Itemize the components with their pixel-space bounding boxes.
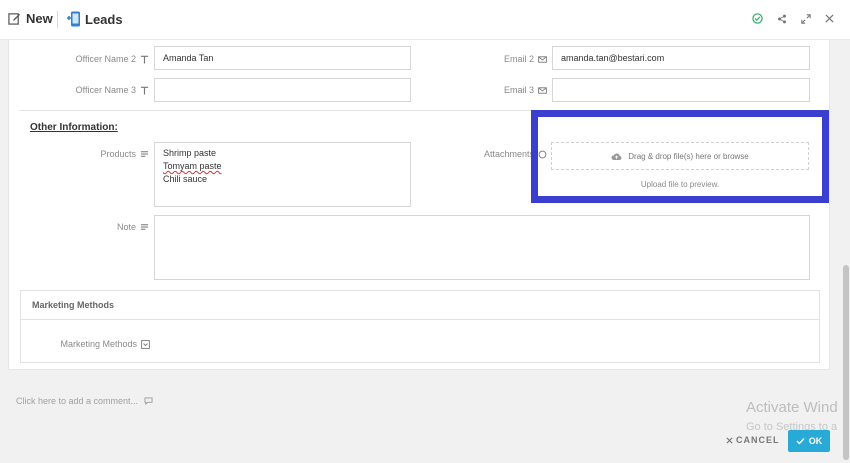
activate-windows-watermark: Activate Wind [746, 399, 838, 416]
multiline-text-icon [140, 223, 149, 230]
products-label: Products [49, 147, 149, 161]
share-icon[interactable] [776, 13, 787, 24]
text-type-icon [140, 86, 149, 95]
marketing-methods-section: Marketing Methods Marketing Methods [20, 290, 820, 363]
edit-icon [8, 13, 21, 25]
products-textarea[interactable]: Shrimp paste Tomyam paste Chili sauce [154, 142, 411, 207]
note-textarea[interactable] [154, 215, 810, 280]
ok-button[interactable]: OK [788, 430, 830, 452]
dialog-body: Officer Name 2 Amanda Tan Officer Name 3… [0, 40, 850, 463]
officer-name-2-label: Officer Name 2 [49, 52, 149, 66]
close-icon [726, 436, 733, 444]
check-circle-icon[interactable] [752, 13, 763, 24]
officer-name-3-input[interactable] [154, 78, 411, 102]
email-2-input[interactable]: amanda.tan@bestari.com [552, 46, 810, 70]
cancel-button[interactable]: CANCEL [726, 435, 780, 445]
officer-name-3-label: Officer Name 3 [49, 83, 149, 97]
comment-icon [144, 397, 153, 405]
email-3-label: Email 3 [449, 83, 547, 97]
header-actions [752, 13, 835, 24]
marketing-methods-heading: Marketing Methods [21, 291, 819, 320]
officer-name-2-input[interactable]: Amanda Tan [154, 46, 411, 70]
products-line: Tomyam paste [163, 161, 222, 171]
text-type-icon [140, 55, 149, 64]
dropdown-icon[interactable] [141, 339, 150, 349]
module-label: Leads [85, 11, 123, 27]
highlight-box [531, 110, 829, 203]
expand-icon[interactable] [800, 13, 811, 24]
email-icon [538, 55, 547, 63]
close-icon[interactable] [824, 13, 835, 24]
add-comment[interactable]: Click here to add a comment... [16, 396, 153, 406]
module-title: Leads [67, 11, 123, 27]
email-2-label: Email 2 [449, 52, 547, 66]
email-3-input[interactable] [552, 78, 810, 102]
leads-phone-icon [67, 11, 80, 27]
marketing-methods-field[interactable]: Marketing Methods [31, 337, 150, 351]
check-icon [796, 437, 805, 445]
products-line: Chili sauce [163, 174, 208, 184]
email-icon [538, 86, 547, 94]
other-information-heading: Other Information: [30, 122, 118, 133]
lead-form: Officer Name 2 Amanda Tan Officer Name 3… [8, 40, 830, 370]
note-label: Note [49, 220, 149, 234]
dialog-header: New Leads [0, 0, 850, 40]
products-line: Shrimp paste [163, 148, 217, 158]
multiline-text-icon [140, 150, 149, 157]
vertical-scrollbar[interactable] [842, 40, 850, 463]
header-divider [57, 11, 58, 28]
scrollbar-thumb[interactable] [843, 265, 849, 460]
new-label: New [26, 11, 53, 26]
new-record-title: New [8, 11, 53, 26]
